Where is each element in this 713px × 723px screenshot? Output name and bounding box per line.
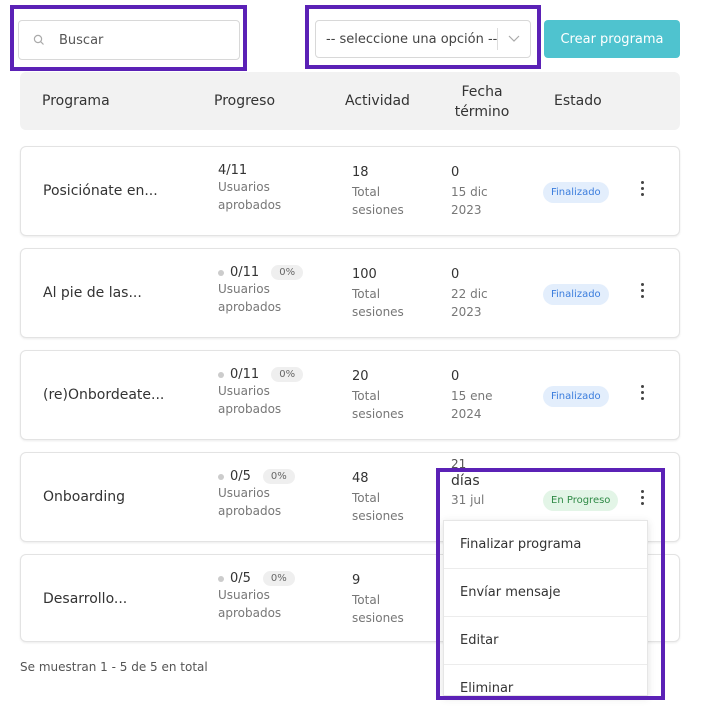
- end-date-1: 22 dic: [451, 287, 488, 301]
- program-name: Desarrollo...: [43, 591, 128, 607]
- progress-cell: 0/11 0% Usuarios aprobados: [218, 367, 304, 418]
- progress-percent-badge: 0%: [271, 265, 304, 280]
- progress-label-1: Usuarios: [218, 486, 270, 500]
- activity-value: 20: [352, 369, 369, 384]
- progress-value: 0/5: [230, 571, 251, 586]
- status-badge: Finalizado: [543, 284, 609, 305]
- create-program-button[interactable]: Crear programa: [544, 20, 680, 58]
- highlight-box-menu: [436, 468, 665, 700]
- progress-label-1: Usuarios: [218, 282, 270, 296]
- progress-percent-badge: 0%: [262, 571, 295, 586]
- activity-value: 9: [352, 573, 361, 588]
- activity-label-2: sesiones: [352, 611, 404, 625]
- progress-dot-icon: [218, 269, 224, 276]
- program-name: Al pie de las...: [43, 285, 142, 301]
- more-options-icon[interactable]: [637, 385, 647, 400]
- column-header-actividad: Actividad: [345, 93, 410, 109]
- activity-value: 100: [352, 267, 377, 282]
- activity-label-1: Total: [352, 593, 381, 607]
- program-name: Onboarding: [43, 489, 125, 505]
- progress-label-2: aprobados: [218, 504, 282, 518]
- table-row[interactable]: (re)Onbordeate... 0/11 0% Usuarios aprobad…: [20, 350, 680, 440]
- progress-label-1: Usuarios: [218, 588, 270, 602]
- status-badge: Finalizado: [543, 386, 609, 407]
- activity-label-1: Total: [352, 287, 381, 301]
- date-cell: 0 15 dic 2023: [451, 163, 488, 219]
- highlight-box-search: [10, 5, 247, 71]
- activity-value: 18: [352, 165, 369, 180]
- progress-value: 0/11: [230, 367, 260, 382]
- activity-value: 48: [352, 471, 369, 486]
- progress-value: 0/11: [230, 265, 260, 280]
- activity-label-2: sesiones: [352, 203, 404, 217]
- progress-percent-badge: 0%: [262, 469, 295, 484]
- end-date-1: 15 ene: [451, 389, 493, 403]
- end-date-1: 15 dic: [451, 185, 488, 199]
- progress-label-1: Usuarios: [218, 384, 270, 398]
- column-header-fecha-termino: Fecha término: [454, 82, 510, 122]
- progress-cell: 4/11 Usuarios aprobados: [218, 163, 281, 214]
- table-row[interactable]: Al pie de las... 0/11 0% Usuarios aprobado…: [20, 248, 680, 338]
- column-header-estado: Estado: [554, 93, 602, 109]
- progress-value: 0/5: [230, 469, 251, 484]
- activity-cell: 20 Total sesiones: [352, 367, 404, 423]
- progress-label-2: aprobados: [218, 300, 282, 314]
- program-name: Posiciónate en...: [43, 183, 158, 199]
- activity-label-1: Total: [352, 185, 381, 199]
- activity-label-1: Total: [352, 491, 381, 505]
- progress-label-2: aprobados: [218, 198, 282, 212]
- end-date-2: 2024: [451, 407, 482, 421]
- progress-label-1: Usuarios: [218, 180, 270, 194]
- progress-label-2: aprobados: [218, 606, 282, 620]
- activity-label-1: Total: [352, 389, 381, 403]
- highlight-box-select: [305, 5, 541, 69]
- column-header-programa: Programa: [42, 93, 110, 109]
- progress-cell: 0/5 0% Usuarios aprobados: [218, 469, 295, 520]
- column-header-progreso: Progreso: [214, 93, 276, 109]
- activity-label-2: sesiones: [352, 305, 404, 319]
- end-date-2: 2023: [451, 305, 482, 319]
- table-header: Programa Progreso Actividad Fecha términ…: [20, 72, 680, 130]
- more-options-icon[interactable]: [637, 181, 647, 196]
- column-header-fecha-line2: término: [454, 104, 510, 120]
- end-date-2: 2023: [451, 203, 482, 217]
- days-remaining: 0: [451, 267, 460, 282]
- progress-value: 4/11: [218, 163, 248, 178]
- progress-cell: 0/5 0% Usuarios aprobados: [218, 571, 295, 622]
- table-row[interactable]: Posiciónate en... 4/11 Usuarios aprobados…: [20, 146, 680, 236]
- column-header-fecha-line1: Fecha: [461, 84, 503, 100]
- pagination-summary: Se muestran 1 - 5 de 5 en total: [20, 660, 208, 674]
- progress-dot-icon: [218, 371, 224, 378]
- days-remaining: 0: [451, 165, 460, 180]
- progress-cell: 0/11 0% Usuarios aprobados: [218, 265, 304, 316]
- progress-label-2: aprobados: [218, 402, 282, 416]
- progress-dot-icon: [218, 473, 224, 480]
- activity-label-2: sesiones: [352, 407, 404, 421]
- status-badge: Finalizado: [543, 182, 609, 203]
- activity-cell: 18 Total sesiones: [352, 163, 404, 219]
- activity-cell: 100 Total sesiones: [352, 265, 404, 321]
- progress-percent-badge: 0%: [271, 367, 304, 382]
- more-options-icon[interactable]: [637, 283, 647, 298]
- activity-label-2: sesiones: [352, 509, 404, 523]
- progress-dot-icon: [218, 575, 224, 582]
- days-remaining: 0: [451, 369, 460, 384]
- date-cell: 0 22 dic 2023: [451, 265, 488, 321]
- program-name: (re)Onbordeate...: [43, 387, 165, 403]
- activity-cell: 48 Total sesiones: [352, 469, 404, 525]
- activity-cell: 9 Total sesiones: [352, 571, 404, 627]
- date-cell: 0 15 ene 2024: [451, 367, 492, 423]
